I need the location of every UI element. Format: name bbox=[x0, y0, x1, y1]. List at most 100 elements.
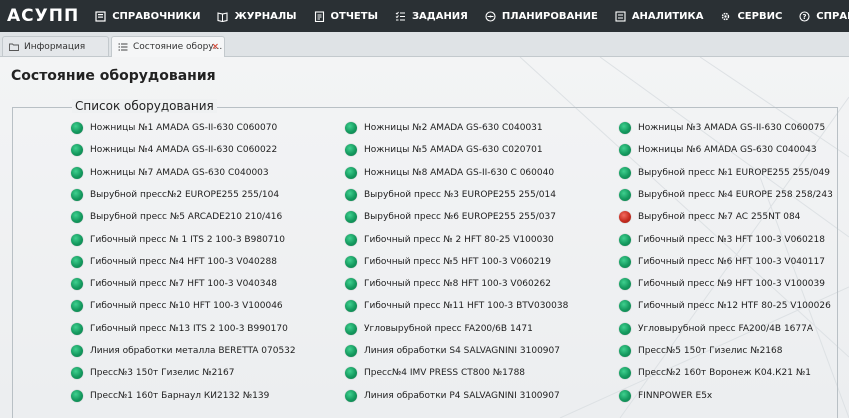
equipment-item[interactable]: Пресс№4 IMV PRESS CT800 №1788 bbox=[345, 367, 525, 380]
equipment-item[interactable]: Гибочный пресс №10 HFT 100-3 V100046 bbox=[71, 300, 283, 313]
tab-bar: Информация Состояние обору... × bbox=[0, 32, 849, 57]
top-navigation-bar: АСУПП СПРАВОЧНИКИ ЖУРНАЛЫ ОТЧЕТЫ ЗАДАНИЯ… bbox=[0, 0, 849, 32]
status-ok-indicator bbox=[71, 188, 83, 201]
equipment-item[interactable]: Ножницы №3 AMADA GS-II-630 C060075 bbox=[619, 122, 825, 134]
equipment-name: Вырубной пресс №4 EUROPE 258 258/243 bbox=[638, 189, 833, 200]
equipment-name: Угловырубной пресс FA200/4B 1677A bbox=[638, 323, 814, 334]
equipment-name: Вырубной пресс №7 AC 255NT 084 bbox=[638, 212, 801, 223]
equipment-item[interactable]: Ножницы №8 AMADA GS-II-630 C 060040 bbox=[345, 166, 554, 179]
status-ok-indicator bbox=[345, 166, 357, 179]
compass-icon bbox=[485, 10, 496, 22]
nav-analytics[interactable]: АНАЛИТИКА bbox=[615, 11, 703, 22]
equipment-item[interactable]: Гибочный пресс №5 HFT 100-3 V060219 bbox=[345, 255, 551, 268]
equipment-name: Гибочный пресс №8 HFT 100-3 V060262 bbox=[364, 279, 551, 290]
status-ok-indicator bbox=[345, 278, 357, 291]
status-ok-indicator bbox=[619, 278, 631, 291]
equipment-name: Гибочный пресс №10 HFT 100-3 V100046 bbox=[90, 301, 283, 312]
equipment-item[interactable]: Гибочный пресс №12 HTF 80-25 V100026 bbox=[619, 300, 831, 313]
equipment-item[interactable]: Гибочный пресс №4 HFT 100-3 V040288 bbox=[71, 255, 277, 268]
nav-help[interactable]: ? СПРАВКА bbox=[799, 11, 849, 22]
status-ok-indicator bbox=[71, 255, 83, 268]
equipment-item[interactable]: Угловырубной пресс FA200/6B 1471 bbox=[345, 322, 533, 335]
equipment-name: Вырубной пресс№2 EUROPE255 255/104 bbox=[90, 189, 280, 200]
equipment-name: Пресс№1 160т Барнаул КИ2132 №139 bbox=[90, 390, 270, 401]
equipment-item[interactable]: Ножницы №1 AMADA GS-II-630 C060070 bbox=[71, 122, 277, 134]
close-tab-icon[interactable]: × bbox=[211, 42, 219, 52]
equipment-name: Вырубной пресс №3 EUROPE255 255/014 bbox=[364, 189, 556, 200]
equipment-item[interactable]: Гибочный пресс №11 HFT 100-3 BTV030038 bbox=[345, 300, 568, 313]
nav-label: СПРАВКА bbox=[816, 10, 849, 22]
equipment-name: Линия обработки P4 SALVAGNINI 3100907 bbox=[364, 390, 560, 401]
status-ok-indicator bbox=[345, 233, 357, 246]
equipment-item[interactable]: Ножницы №4 AMADA GS-II-630 C060022 bbox=[71, 144, 278, 157]
status-ok-indicator bbox=[619, 389, 631, 402]
equipment-item[interactable]: Вырубной пресс №5 ARCADE210 210/416 bbox=[71, 211, 282, 224]
equipment-item[interactable]: Ножницы №2 AMADA GS-630 C040031 bbox=[345, 122, 543, 134]
equipment-item[interactable]: Гибочный пресс №7 HFT 100-3 V040348 bbox=[71, 278, 277, 291]
directory-icon bbox=[95, 10, 106, 22]
equipment-item[interactable]: Вырубной пресс №3 EUROPE255 255/014 bbox=[345, 188, 556, 201]
nav-label: ЗАДАНИЯ bbox=[411, 10, 468, 22]
equipment-item[interactable]: Пресс№3 150т Гизелис №2167 bbox=[71, 367, 234, 380]
nav-label: ПЛАНИРОВАНИЕ bbox=[501, 10, 598, 22]
status-ok-indicator bbox=[619, 255, 631, 268]
gear-icon bbox=[720, 11, 731, 22]
equipment-name: Гибочный пресс №3 HFT 100-3 V060218 bbox=[638, 234, 825, 245]
equipment-item[interactable]: FINNPOWER E5x bbox=[619, 389, 713, 402]
equipment-item[interactable]: Линия обработки S4 SALVAGNINI 3100907 bbox=[345, 345, 560, 357]
equipment-item[interactable]: Гибочный пресс №6 HFT 100-3 V040117 bbox=[619, 255, 825, 268]
equipment-item[interactable]: Пресс№2 160т Воронеж К04.К21 №1 bbox=[619, 367, 811, 380]
app-brand[interactable]: АСУПП bbox=[7, 6, 79, 26]
equipment-item[interactable]: Ножницы №7 AMADA GS-630 C040003 bbox=[71, 166, 269, 179]
equipment-item[interactable]: Вырубной пресс №4 EUROPE 258 258/243 bbox=[619, 188, 833, 201]
tab-information[interactable]: Информация bbox=[2, 36, 109, 56]
equipment-item[interactable]: Гибочный пресс № 1 ITS 2 100-3 B980710 bbox=[71, 233, 285, 246]
equipment-item[interactable]: Пресс№5 150т Гизелис №2168 bbox=[619, 345, 782, 357]
nav-label: ОТЧЕТЫ bbox=[330, 10, 378, 22]
equipment-item[interactable]: Гибочный пресс №3 HFT 100-3 V060218 bbox=[619, 233, 825, 246]
status-ok-indicator bbox=[71, 211, 83, 224]
equipment-item[interactable]: Ножницы №5 AMADA GS-630 C020701 bbox=[345, 144, 543, 157]
status-ok-indicator bbox=[71, 345, 83, 357]
tab-label: Информация bbox=[24, 41, 86, 52]
nav-reports[interactable]: ОТЧЕТЫ bbox=[314, 11, 378, 22]
equipment-name: Ножницы №4 AMADA GS-II-630 C060022 bbox=[90, 145, 278, 156]
nav-tasks[interactable]: ЗАДАНИЯ bbox=[395, 11, 468, 22]
list-icon bbox=[118, 42, 128, 52]
status-ok-indicator bbox=[345, 345, 357, 357]
equipment-item[interactable]: Угловырубной пресс FA200/4B 1677A bbox=[619, 322, 814, 335]
equipment-item[interactable]: Гибочный пресс №8 HFT 100-3 V060262 bbox=[345, 278, 551, 291]
nav-service[interactable]: СЕРВИС bbox=[720, 11, 782, 22]
equipment-item[interactable]: Ножницы №6 AMADA GS-630 C040043 bbox=[619, 144, 817, 157]
info-folder-icon bbox=[9, 42, 19, 52]
status-ok-indicator bbox=[619, 122, 631, 134]
equipment-item[interactable]: Вырубной пресс №6 EUROPE255 255/037 bbox=[345, 211, 556, 224]
status-ok-indicator bbox=[619, 188, 631, 201]
nav-journals[interactable]: ЖУРНАЛЫ bbox=[217, 10, 297, 22]
equipment-name: Вырубной пресс №6 EUROPE255 255/037 bbox=[364, 212, 556, 223]
status-ok-indicator bbox=[345, 122, 357, 134]
equipment-item[interactable]: Гибочный пресс №13 ITS 2 100-3 B990170 bbox=[71, 322, 288, 335]
status-ok-indicator bbox=[345, 211, 357, 224]
equipment-item[interactable]: Гибочный пресс № 2 HFT 80-25 V100030 bbox=[345, 233, 554, 246]
nav-directories[interactable]: СПРАВОЧНИКИ bbox=[95, 11, 200, 22]
nav-planning[interactable]: ПЛАНИРОВАНИЕ bbox=[485, 11, 598, 22]
equipment-item[interactable]: Линия обработки металла BERETTA 070532 bbox=[71, 345, 296, 357]
equipment-name: FINNPOWER E5x bbox=[638, 390, 713, 401]
equipment-item[interactable]: Пресс№1 160т Барнаул КИ2132 №139 bbox=[71, 389, 270, 402]
equipment-item[interactable]: Вырубной пресс№2 EUROPE255 255/104 bbox=[71, 188, 280, 201]
equipment-name: Ножницы №2 AMADA GS-630 C040031 bbox=[364, 123, 543, 133]
group-title: Список оборудования bbox=[72, 99, 217, 113]
status-ok-indicator bbox=[71, 278, 83, 291]
equipment-item[interactable]: Вырубной пресс №1 EUROPE255 255/049 bbox=[619, 166, 830, 179]
status-fault-indicator bbox=[619, 211, 631, 224]
nav-label: ЖУРНАЛЫ bbox=[234, 10, 297, 22]
equipment-item[interactable]: Линия обработки P4 SALVAGNINI 3100907 bbox=[345, 389, 560, 402]
tab-label: Состояние обору... bbox=[133, 42, 223, 52]
equipment-item[interactable]: Гибочный пресс №9 HFT 100-3 V100039 bbox=[619, 278, 825, 291]
equipment-name: Ножницы №3 AMADA GS-II-630 C060075 bbox=[638, 123, 826, 133]
help-icon: ? bbox=[799, 10, 810, 22]
equipment-item[interactable]: Вырубной пресс №7 AC 255NT 084 bbox=[619, 211, 801, 224]
equipment-list-group: Список оборудования Ножницы №1 AMADA GS-… bbox=[12, 99, 838, 418]
tab-equipment-status[interactable]: Состояние обору... × bbox=[111, 36, 225, 57]
